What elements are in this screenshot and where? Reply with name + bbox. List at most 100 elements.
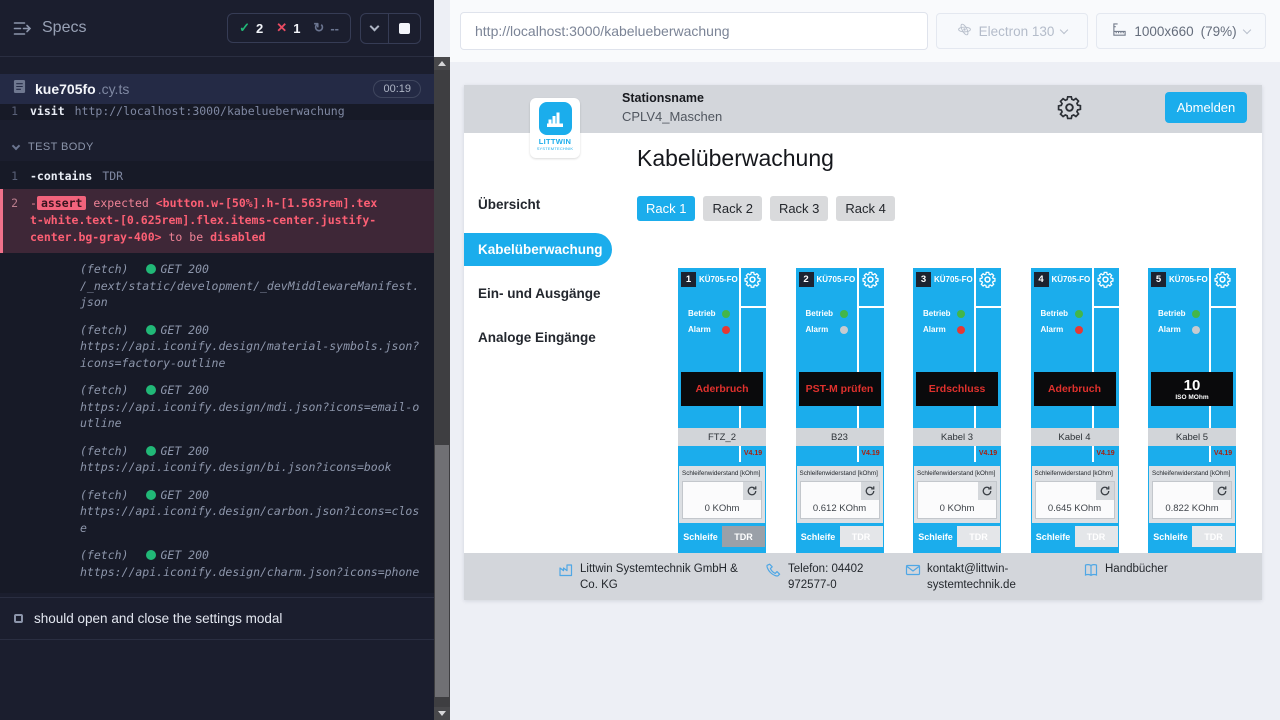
alarm-indicator: Alarm	[923, 325, 965, 334]
divider	[1211, 306, 1236, 308]
contains-command-row[interactable]: 1 -contains TDR	[0, 165, 434, 187]
ruler-icon	[1112, 22, 1127, 40]
footer-icon	[1083, 562, 1099, 578]
arrow-down-icon	[438, 711, 446, 716]
rack-tab[interactable]: Rack 3	[770, 196, 828, 221]
fetch-log-row[interactable]: (fetch) GET 200 https://api.iconify.desi…	[0, 376, 434, 437]
measurement-panel: Schleifenwiderstand [kOhm] 0 KOhm	[914, 466, 1000, 523]
status-ok-dot	[146, 325, 156, 335]
reporter-scrollbar[interactable]	[434, 57, 450, 720]
refresh-icon[interactable]	[743, 482, 761, 500]
stop-button[interactable]	[388, 14, 420, 43]
stat-pending: ↻--	[313, 20, 339, 36]
fetch-log-row[interactable]: (fetch) GET 200 https://api.iconify.desi…	[0, 437, 434, 481]
alarm-indicator: Alarm	[688, 325, 730, 334]
test-body-section-header[interactable]: TEST BODY	[0, 120, 434, 161]
browser-topbar: Electron 130 1000x660 (79%)	[450, 0, 1280, 62]
betrieb-led	[840, 310, 848, 318]
module-settings-gear-icon[interactable]	[1097, 271, 1114, 288]
schleife-button[interactable]: Schleife	[679, 526, 722, 547]
schleife-button[interactable]: Schleife	[797, 526, 840, 547]
ku705-module-card: 1 KÜ705-FO Betrieb Alarm	[678, 268, 766, 558]
failed-assert-row[interactable]: 2 -assert expected <button.w-[50%].h-[1.…	[0, 189, 434, 253]
test-stats: ✓2 ✕1 ↻--	[227, 13, 351, 43]
footer-contact-item[interactable]: Handbücher	[1083, 561, 1168, 578]
betrieb-led	[957, 310, 965, 318]
company-logo: LITTWIN SYSTEMTECHNIK	[530, 98, 580, 158]
refresh-icon[interactable]	[861, 482, 879, 500]
logout-button[interactable]: Abmelden	[1165, 92, 1247, 123]
betrieb-indicator: Betrieb	[1041, 309, 1083, 318]
schleife-button[interactable]: Schleife	[1149, 526, 1192, 547]
chevron-down-icon	[1060, 25, 1068, 33]
collapse-button[interactable]	[361, 14, 388, 43]
alarm-led	[957, 326, 965, 334]
fetch-log-row[interactable]: (fetch) GET 200 https://api.iconify.desi…	[0, 481, 434, 542]
nav-item[interactable]: Analoge Eingänge	[478, 329, 596, 347]
scroll-down-button[interactable]	[434, 707, 450, 720]
scrollbar-thumb[interactable]	[435, 445, 449, 697]
resistance-value: 0 KOhm	[918, 503, 996, 514]
url-input[interactable]	[460, 12, 928, 50]
mode-buttons: Schleife TDR	[914, 526, 1000, 547]
schleife-button[interactable]: Schleife	[914, 526, 957, 547]
fetch-log-row[interactable]: (fetch) GET 200 https://api.iconify.desi…	[0, 541, 434, 585]
footer-contact-item[interactable]: Telefon: 04402 972577-0	[766, 561, 902, 593]
status-message: Aderbruch	[1048, 383, 1101, 395]
footer-contact-item[interactable]: kontakt@littwin-systemtechnik.de	[905, 561, 1049, 593]
alarm-indicator: Alarm	[1041, 325, 1083, 334]
status-display: Erdschluss	[916, 372, 998, 406]
status-ok-dot	[146, 550, 156, 560]
module-settings-gear-icon[interactable]	[744, 271, 761, 288]
rack-tab[interactable]: Rack 4	[836, 196, 894, 221]
schleife-button[interactable]: Schleife	[1032, 526, 1075, 547]
refresh-icon[interactable]	[1213, 482, 1231, 500]
tdr-button[interactable]: TDR	[957, 526, 1000, 547]
divider	[859, 306, 884, 308]
station-name: CPLV4_Maschen	[622, 109, 722, 124]
settings-gear-icon[interactable]	[1056, 94, 1084, 122]
file-icon	[13, 79, 26, 99]
refresh-icon[interactable]	[1096, 482, 1114, 500]
refresh-icon[interactable]	[978, 482, 996, 500]
betrieb-indicator: Betrieb	[1158, 309, 1200, 318]
module-settings-gear-icon[interactable]	[1214, 271, 1231, 288]
visit-command-row-clipped[interactable]: 1 visit http://localhost:3000/kabelueber…	[0, 104, 434, 120]
fetch-log-row[interactable]: (fetch) GET 200 /_next/static/developmen…	[0, 255, 434, 316]
nav-item[interactable]: Übersicht	[478, 196, 540, 214]
resistance-value: 0.612 KOhm	[801, 503, 879, 514]
measurement-box: 0.612 KOhm	[800, 481, 880, 519]
nav-item[interactable]: Ein- und Ausgänge	[478, 285, 601, 303]
spec-duration: 00:19	[373, 80, 421, 98]
refresh-icon: ↻	[313, 20, 324, 36]
footer-contact-item[interactable]: Littwin Systemtechnik GmbH & Co. KG	[558, 561, 738, 593]
nav-item[interactable]: Kabelüberwachung	[464, 233, 612, 266]
cypress-reporter-panel: Specs ✓2 ✕1 ↻-- kue705fo.cy.ts 00:19 1 v…	[0, 0, 434, 720]
pending-square-icon	[14, 614, 23, 623]
tdr-button[interactable]: TDR	[1192, 526, 1235, 547]
fetch-log-row[interactable]: (fetch) GET 200 https://api.iconify.desi…	[0, 316, 434, 377]
module-settings-gear-icon[interactable]	[862, 271, 879, 288]
browser-select[interactable]: Electron 130	[936, 13, 1088, 49]
spec-file-row[interactable]: kue705fo.cy.ts 00:19	[0, 74, 434, 104]
rack-tab[interactable]: Rack 1	[637, 196, 695, 221]
rack-tab[interactable]: Rack 2	[703, 196, 761, 221]
tdr-button[interactable]: TDR	[840, 526, 883, 547]
measurement-panel: Schleifenwiderstand [kOhm] 0.645 KOhm	[1032, 466, 1118, 523]
spec-ext: .cy.ts	[98, 81, 130, 97]
tdr-button[interactable]: TDR	[1075, 526, 1118, 547]
iso-unit: ISO MOhm	[1175, 394, 1208, 401]
scroll-up-button[interactable]	[434, 57, 450, 70]
chevron-down-icon	[370, 22, 380, 32]
module-number-badge: 1	[681, 272, 696, 287]
cable-name: FTZ_2	[678, 428, 766, 446]
electron-icon	[957, 22, 972, 40]
station-info: Stationsname CPLV4_Maschen	[622, 91, 722, 124]
specs-menu[interactable]: Specs	[13, 19, 227, 37]
module-model: KÜ705-FO	[1169, 275, 1208, 284]
module-settings-gear-icon[interactable]	[979, 271, 996, 288]
alarm-led	[840, 326, 848, 334]
viewport-select[interactable]: 1000x660 (79%)	[1096, 13, 1266, 49]
queued-test-row[interactable]: should open and close the settings modal	[0, 597, 434, 640]
tdr-button[interactable]: TDR	[722, 526, 765, 547]
